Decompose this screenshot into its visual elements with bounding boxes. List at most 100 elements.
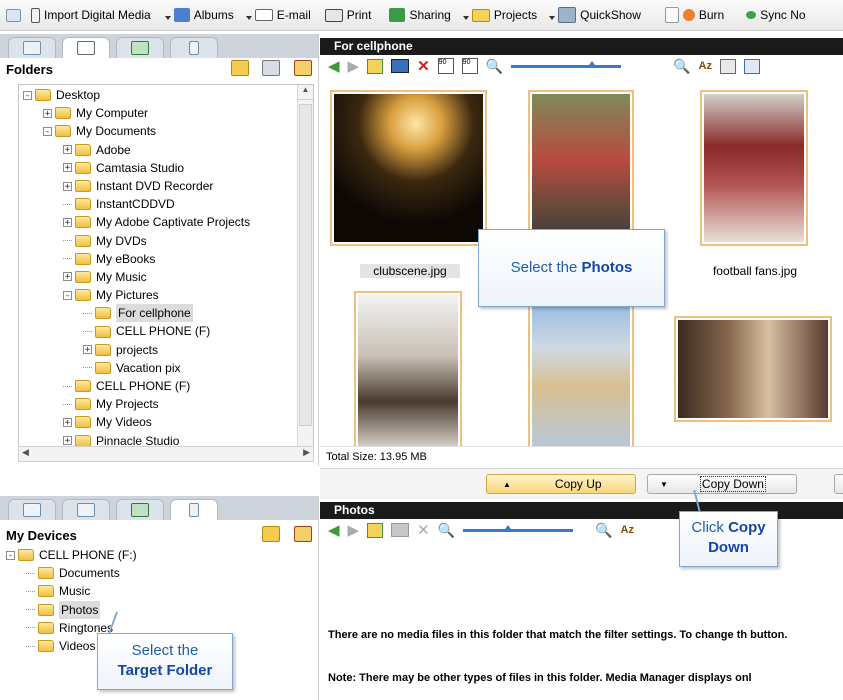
folder-tree-item[interactable]: - My Pictures <box>23 286 313 304</box>
device-tree-item[interactable]: Music <box>6 582 318 600</box>
forward-arrow-icon[interactable]: ▶ <box>348 521 360 539</box>
collapse-icon[interactable]: - <box>63 290 72 300</box>
tab-albums[interactable] <box>8 37 56 58</box>
collapse-icon[interactable]: - <box>6 550 15 560</box>
folder-tree-item[interactable]: My Projects <box>23 395 313 413</box>
folder-tree-item[interactable]: + My Videos <box>23 413 313 431</box>
back-arrow-icon[interactable]: ◀ <box>328 521 340 539</box>
up-folder-icon[interactable] <box>367 522 384 538</box>
rotate-right-icon[interactable]: 90 <box>461 58 478 74</box>
photo-thumbnail-tailgate[interactable] <box>528 90 634 246</box>
quickshow-button[interactable]: QuickShow <box>549 7 641 23</box>
folder-tree-hscrollbar[interactable]: ◀ ▶ <box>18 446 314 462</box>
folder-icon <box>95 307 111 320</box>
device-tree-item[interactable]: Photos <box>6 600 318 619</box>
burn-button[interactable]: Burn <box>664 7 724 23</box>
sharing-button[interactable]: Sharing <box>389 8 451 22</box>
zoom-out-icon[interactable]: 🔍 <box>438 522 455 539</box>
expand-icon[interactable]: + <box>63 145 72 155</box>
delete-icon[interactable]: ✕ <box>417 57 430 75</box>
folder-tree-item[interactable]: + projects <box>23 341 313 359</box>
folder-tree-item[interactable]: + My Music <box>23 268 313 286</box>
folder-tree-item[interactable]: - My Documents <box>23 122 313 140</box>
copy-down-button[interactable]: ▼ Copy Down <box>647 474 797 494</box>
expand-icon[interactable]: + <box>63 417 72 427</box>
expand-icon[interactable]: + <box>63 181 72 191</box>
zoom-out-icon[interactable]: 🔍 <box>486 58 503 75</box>
folder-tree-item[interactable]: My DVDs <box>23 232 313 250</box>
new-folder-icon[interactable] <box>262 525 281 542</box>
folder-tree-item[interactable]: + Adobe <box>23 141 313 159</box>
photo-thumbnail-girl-portrait[interactable] <box>354 291 462 451</box>
devices-header-icons <box>252 525 312 545</box>
sync-button[interactable]: Sync No <box>746 8 806 22</box>
folder-tree-item[interactable]: InstantCDDVD <box>23 195 313 213</box>
expand-icon[interactable]: + <box>63 163 72 173</box>
albums-button[interactable]: Albums <box>164 8 234 22</box>
forward-arrow-icon[interactable]: ▶ <box>348 57 360 75</box>
tab-computer-lower[interactable] <box>116 499 164 520</box>
zoom-slider[interactable] <box>511 60 622 68</box>
tab-albums-lower[interactable] <box>8 499 56 520</box>
delete-folder-icon[interactable] <box>294 525 312 542</box>
folder-tree-item[interactable]: + Instant DVD Recorder <box>23 177 313 195</box>
print-button[interactable]: Print <box>324 8 371 22</box>
photo-thumbnail-football-fans[interactable] <box>700 90 808 246</box>
email-button[interactable]: E-mail <box>245 8 311 22</box>
thumbnail-view-icon[interactable] <box>744 58 760 74</box>
device-tree-item[interactable]: Documents <box>6 564 318 582</box>
sort-icon[interactable]: Az <box>699 60 712 72</box>
scroll-thumb[interactable] <box>299 104 312 426</box>
slideshow-icon[interactable] <box>391 59 410 73</box>
up-folder-icon[interactable] <box>367 58 384 74</box>
scroll-up-icon[interactable]: ▲ <box>298 85 313 100</box>
tab-folders[interactable] <box>62 37 110 58</box>
photo-thumbnail-clubscene[interactable] <box>330 90 487 246</box>
folder-tree-scrollbar[interactable]: ▲ <box>297 85 313 451</box>
zoom-slider-thumb[interactable] <box>503 524 514 532</box>
rotate-left-icon[interactable]: 90 <box>437 58 454 74</box>
expand-icon[interactable]: + <box>43 108 52 118</box>
expand-icon[interactable]: + <box>83 345 92 355</box>
folder-tree-label: My Videos <box>96 415 152 430</box>
photo-thumbnail-friends[interactable] <box>674 316 832 422</box>
copy-up-button[interactable]: ▲ Copy Up <box>486 474 636 494</box>
tab-folders-lower[interactable] <box>62 499 110 520</box>
folder-tree-item[interactable]: + My Computer <box>23 104 313 122</box>
toolbar-menu-icon[interactable] <box>6 8 25 22</box>
tab-computer[interactable] <box>116 37 164 58</box>
expand-icon[interactable]: + <box>63 436 72 446</box>
new-folder-icon[interactable] <box>230 59 249 76</box>
folder-tree-item[interactable]: My eBooks <box>23 250 313 268</box>
rename-folder-icon[interactable] <box>262 59 281 76</box>
collapse-icon[interactable]: - <box>23 90 32 100</box>
expand-icon[interactable]: + <box>63 217 72 227</box>
folder-tree-item[interactable]: + My Adobe Captivate Projects <box>23 213 313 231</box>
import-button[interactable]: Import Digital Media <box>31 7 151 23</box>
folder-tree-item[interactable]: + Camtasia Studio <box>23 159 313 177</box>
folder-tree-item[interactable]: CELL PHONE (F) <box>23 377 313 395</box>
sort-icon[interactable]: Az <box>621 524 634 536</box>
folder-tree-item[interactable]: For cellphone <box>23 304 313 323</box>
scroll-right-icon[interactable]: ▶ <box>303 447 310 458</box>
photo-thumbnail-two-girls[interactable] <box>528 291 634 451</box>
tab-devices-lower[interactable] <box>170 499 218 520</box>
delete-folder-icon[interactable] <box>294 59 312 76</box>
expand-icon[interactable]: + <box>63 272 72 282</box>
collapse-icon[interactable]: - <box>43 126 52 136</box>
extra-button[interactable] <box>834 474 843 494</box>
zoom-in-icon[interactable]: 🔍 <box>595 522 612 539</box>
details-view-icon[interactable] <box>720 58 736 74</box>
projects-button[interactable]: Projects <box>462 8 537 22</box>
folder-tree-item[interactable]: Vacation pix <box>23 359 313 377</box>
scroll-left-icon[interactable]: ◀ <box>22 447 29 458</box>
zoom-slider-thumb[interactable] <box>587 60 598 68</box>
zoom-in-icon[interactable]: 🔍 <box>673 58 690 75</box>
tab-devices[interactable] <box>170 37 218 58</box>
device-tree-item[interactable]: - CELL PHONE (F:) <box>6 546 318 564</box>
folder-tree-label: Vacation pix <box>116 360 181 375</box>
back-arrow-icon[interactable]: ◀ <box>328 57 340 75</box>
zoom-slider[interactable] <box>463 524 574 532</box>
folder-tree-item[interactable]: CELL PHONE (F) <box>23 322 313 340</box>
folder-tree-item[interactable]: - Desktop <box>23 86 313 104</box>
